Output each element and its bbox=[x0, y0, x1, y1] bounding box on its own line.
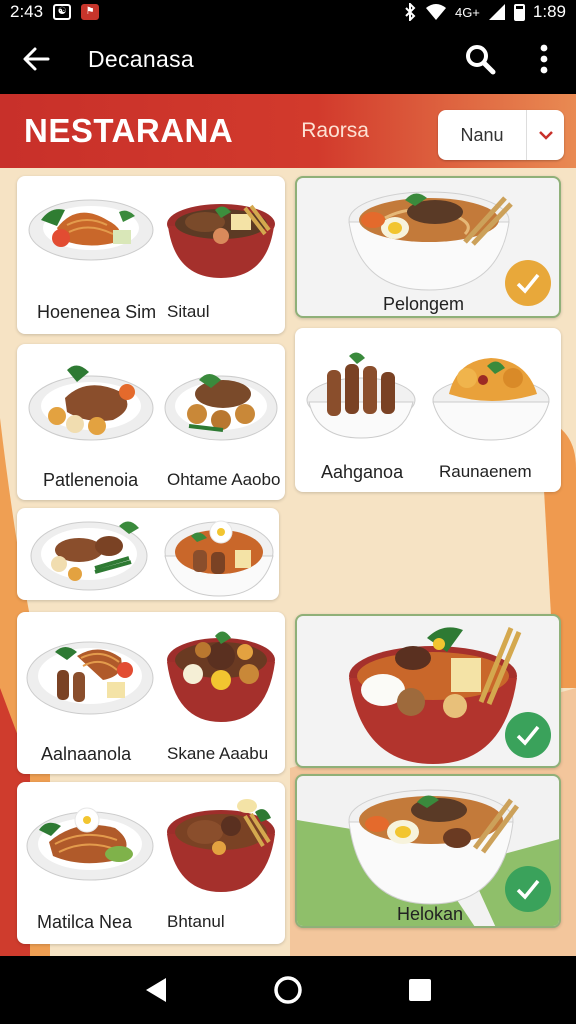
dish-name: Skane Aaabu bbox=[167, 744, 269, 763]
check-icon bbox=[516, 879, 540, 900]
dish-name: Raunaenem bbox=[439, 462, 532, 481]
dish-card-aahganoa[interactable]: Aahganoa Raunaenem bbox=[295, 328, 561, 492]
plate-sausage-image bbox=[30, 521, 148, 591]
check-icon bbox=[516, 273, 540, 294]
more-options-button[interactable] bbox=[512, 24, 576, 94]
notification-icon: ☯ bbox=[53, 4, 72, 20]
menu-dropdown-label: Nanu bbox=[460, 124, 504, 145]
app-title: Decanasa bbox=[88, 45, 194, 72]
dish-card-pelongem[interactable]: Pelongem bbox=[295, 176, 561, 318]
system-nav-bar bbox=[0, 956, 576, 1024]
noodle-soup-bowl-image bbox=[348, 789, 519, 905]
clock-label: 1:89 bbox=[532, 2, 566, 21]
dish-card-aalnaanola[interactable]: Aalnaanola Skane Aaabu bbox=[17, 612, 285, 774]
dish-card-red-bowl[interactable] bbox=[295, 614, 561, 768]
network-label: 4G+ bbox=[454, 4, 480, 20]
dish-name: Aahganoa bbox=[321, 462, 404, 482]
dish-name: Aalnaanola bbox=[41, 744, 132, 764]
menu-dropdown[interactable]: Nanu bbox=[438, 110, 564, 160]
dish-name: Hoenenea Sim bbox=[37, 302, 157, 322]
search-icon bbox=[466, 45, 496, 75]
red-bowl-noodles-image bbox=[349, 627, 522, 764]
dish-name: Bhtanul bbox=[167, 912, 225, 931]
bowl-chicken-veg-image bbox=[167, 799, 275, 892]
dish-name: Sitaul bbox=[167, 302, 210, 321]
notification-flag-icon: ⚑ bbox=[81, 4, 100, 20]
search-button[interactable] bbox=[448, 24, 512, 94]
dish-card-helokan[interactable]: Helokan bbox=[295, 774, 561, 928]
plate-grill-noodles-image bbox=[26, 641, 154, 715]
nav-home-icon bbox=[274, 976, 302, 1004]
plate-pork-image bbox=[28, 365, 154, 441]
restaurant-name: NESTARANA bbox=[24, 112, 234, 149]
green-check-badge bbox=[505, 712, 551, 758]
plate-flower-noodles-image bbox=[26, 807, 154, 881]
nav-home-button[interactable] bbox=[258, 960, 318, 1020]
check-icon bbox=[516, 725, 540, 746]
dish-name: Helokan bbox=[397, 904, 464, 924]
plate-noodles-image bbox=[28, 199, 154, 261]
dish-name: Patlenenoia bbox=[43, 470, 139, 490]
dish-card-unlabeled[interactable] bbox=[17, 508, 279, 600]
bowl-flower-dish-image bbox=[164, 520, 274, 597]
battery-icon bbox=[513, 3, 525, 21]
green-check-badge bbox=[505, 866, 551, 912]
back-button[interactable] bbox=[0, 24, 72, 94]
dish-card-hoenenea[interactable]: Hoenenea Sim Sitaul bbox=[17, 176, 285, 334]
app-bar: Decanasa bbox=[0, 24, 576, 94]
nav-recents-button[interactable] bbox=[390, 960, 450, 1020]
nav-back-button[interactable] bbox=[126, 960, 186, 1020]
restaurant-header: NESTARANA Raorsa Nanu bbox=[0, 94, 576, 168]
more-vert-icon bbox=[540, 44, 548, 74]
chevron-down-icon bbox=[526, 110, 564, 160]
noodle-soup-bowl-image bbox=[348, 191, 513, 291]
nav-recents-icon bbox=[409, 979, 431, 1001]
arrow-left-icon bbox=[23, 47, 50, 71]
dish-name: Matilca Nea bbox=[37, 912, 133, 932]
bowl-chicken-image bbox=[432, 358, 550, 441]
dish-card-patlenenoia[interactable]: Patlenenoia Ohtame Aaobo bbox=[17, 344, 285, 500]
status-bar: 2:43 ☯ ⚑ 4G+ 1:89 bbox=[0, 0, 576, 24]
status-time: 2:43 bbox=[10, 2, 44, 21]
plate-meat-image bbox=[164, 374, 278, 441]
bowl-ribs-image bbox=[306, 352, 416, 439]
wifi-icon bbox=[425, 4, 446, 20]
dish-card-matilca[interactable]: Matilca Nea Bhtanul bbox=[17, 782, 285, 944]
bowl-meatball-image bbox=[167, 631, 275, 722]
bowl-beef-image bbox=[167, 204, 275, 278]
dish-name: Ohtame Aaobo bbox=[167, 470, 281, 489]
restaurant-subtitle: Raorsa bbox=[301, 119, 369, 142]
signal-icon bbox=[488, 4, 505, 20]
gold-check-badge bbox=[505, 260, 551, 306]
dish-name: Pelongem bbox=[383, 294, 465, 314]
bluetooth-icon bbox=[405, 3, 416, 21]
nav-back-icon bbox=[146, 978, 166, 1002]
